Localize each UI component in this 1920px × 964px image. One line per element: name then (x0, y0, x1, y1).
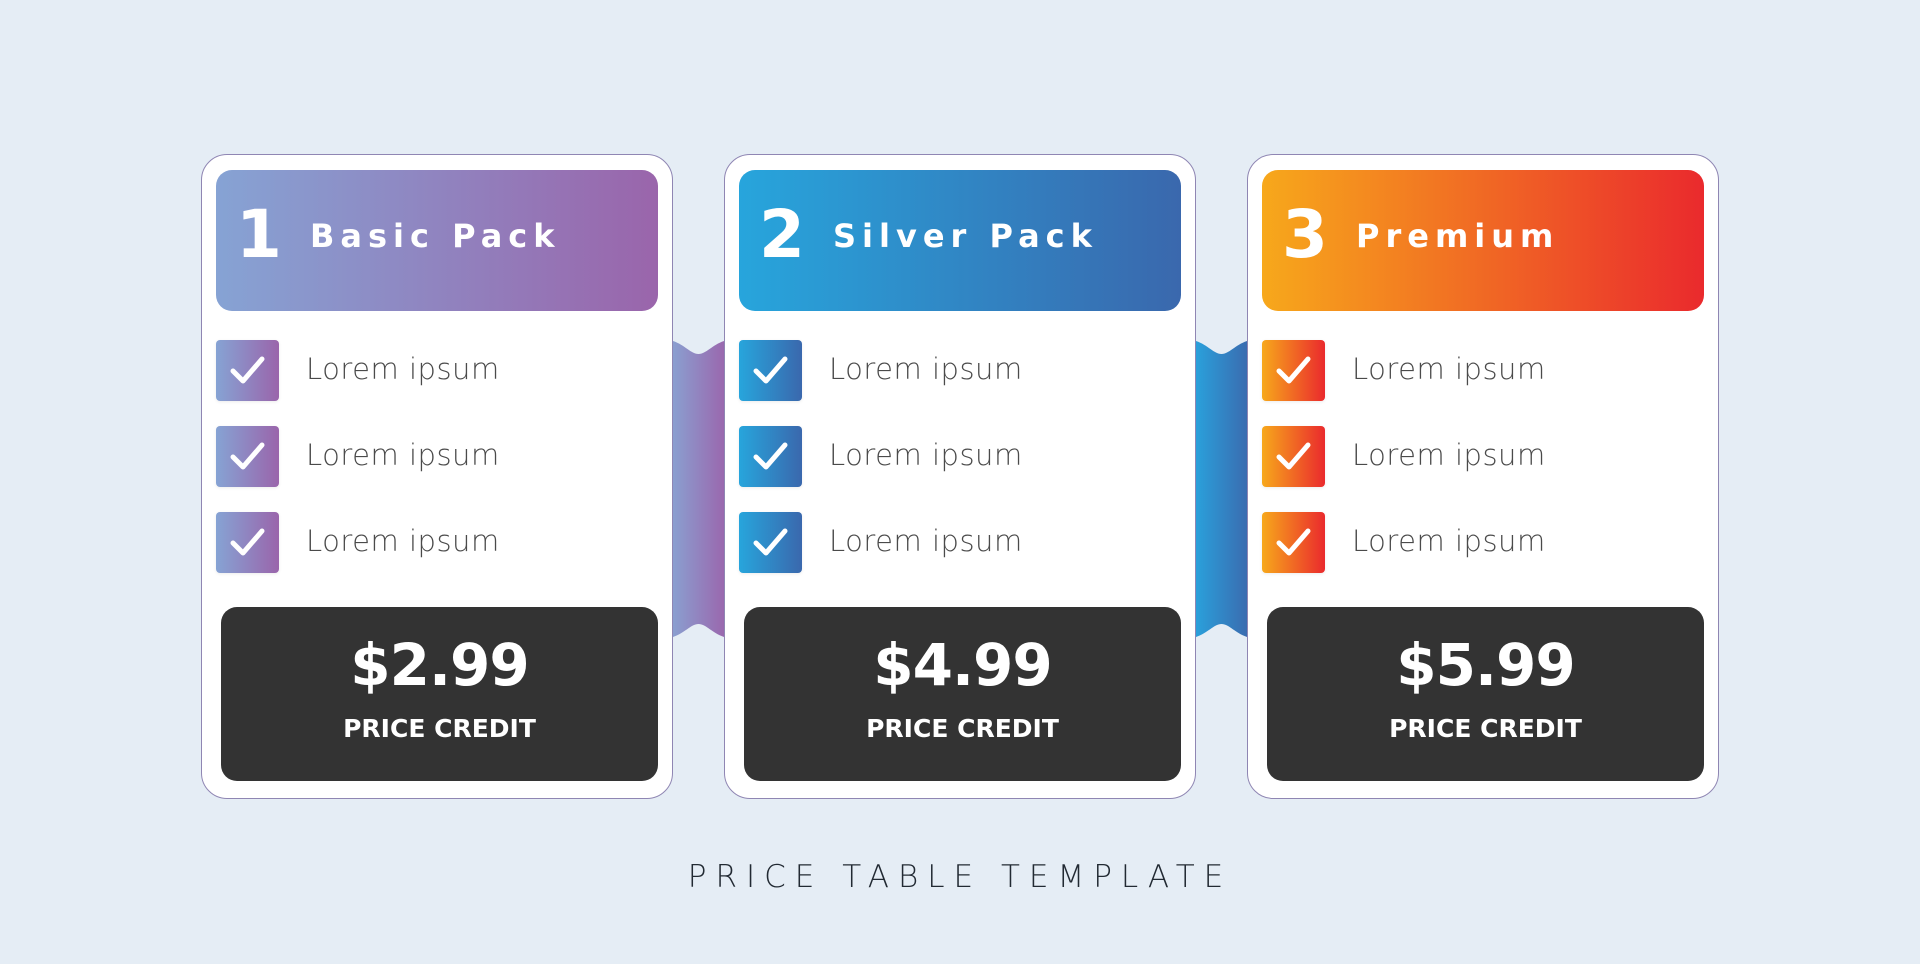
price-caption: PRICE CREDIT (343, 714, 536, 743)
plan-name: Silver Pack (833, 217, 1098, 255)
feature-item: Lorem ipsum (1262, 340, 1682, 402)
plan-number: 1 (236, 196, 282, 273)
feature-item: Lorem ipsum (739, 340, 1159, 402)
price-amount: $5.99 (1396, 631, 1575, 699)
feature-item: Lorem ipsum (216, 512, 636, 574)
card-header: 3 Premium (1262, 170, 1704, 311)
check-icon (1262, 512, 1325, 573)
feature-item: Lorem ipsum (739, 512, 1159, 574)
feature-label: Lorem ipsum (306, 352, 500, 386)
connector-shape (673, 341, 724, 637)
feature-label: Lorem ipsum (1352, 352, 1546, 386)
feature-item: Lorem ipsum (216, 426, 636, 488)
check-mark-glyph (230, 442, 265, 470)
footer-title: PRICE TABLE TEMPLATE (687, 859, 1233, 895)
plan-name: Premium (1356, 217, 1560, 255)
check-icon (739, 340, 802, 401)
connector-2-3 (1196, 341, 1247, 637)
feature-item: Lorem ipsum (1262, 512, 1682, 574)
price-amount: $2.99 (350, 631, 529, 699)
check-icon (1262, 340, 1325, 401)
check-icon (739, 512, 802, 573)
price-box[interactable]: $5.99 PRICE CREDIT (1267, 607, 1704, 781)
check-icon (216, 512, 279, 573)
price-box[interactable]: $2.99 PRICE CREDIT (221, 607, 658, 781)
check-mark-glyph (753, 528, 788, 556)
check-icon (216, 426, 279, 487)
feature-label: Lorem ipsum (306, 524, 500, 558)
check-mark-glyph (1276, 442, 1311, 470)
pricing-card-basic[interactable]: 1 Basic Pack Lorem ipsum Lorem ipsum Lor… (201, 154, 673, 799)
plan-name: Basic Pack (310, 217, 561, 255)
feature-item: Lorem ipsum (739, 426, 1159, 488)
feature-label: Lorem ipsum (1352, 438, 1546, 472)
plan-number: 2 (759, 196, 805, 273)
price-amount: $4.99 (873, 631, 1052, 699)
check-mark-glyph (230, 356, 265, 384)
pricing-card-silver[interactable]: 2 Silver Pack Lorem ipsum Lorem ipsum Lo… (724, 154, 1196, 799)
check-mark-glyph (230, 528, 265, 556)
card-header: 2 Silver Pack (739, 170, 1181, 311)
connector-shape (1196, 341, 1247, 637)
feature-label: Lorem ipsum (306, 438, 500, 472)
connector-1-2 (673, 341, 724, 637)
plan-number: 3 (1282, 196, 1328, 273)
check-mark-glyph (753, 356, 788, 384)
feature-label: Lorem ipsum (1352, 524, 1546, 558)
feature-label: Lorem ipsum (829, 352, 1023, 386)
check-mark-glyph (1276, 356, 1311, 384)
feature-item: Lorem ipsum (216, 340, 636, 402)
price-box[interactable]: $4.99 PRICE CREDIT (744, 607, 1181, 781)
feature-label: Lorem ipsum (829, 438, 1023, 472)
pricing-card-premium[interactable]: 3 Premium Lorem ipsum Lorem ipsum Lorem … (1247, 154, 1719, 799)
check-icon (216, 340, 279, 401)
card-header: 1 Basic Pack (216, 170, 658, 311)
feature-item: Lorem ipsum (1262, 426, 1682, 488)
price-caption: PRICE CREDIT (1389, 714, 1582, 743)
price-caption: PRICE CREDIT (866, 714, 1059, 743)
check-icon (739, 426, 802, 487)
check-mark-glyph (1276, 528, 1311, 556)
feature-label: Lorem ipsum (829, 524, 1023, 558)
check-icon (1262, 426, 1325, 487)
check-mark-glyph (753, 442, 788, 470)
